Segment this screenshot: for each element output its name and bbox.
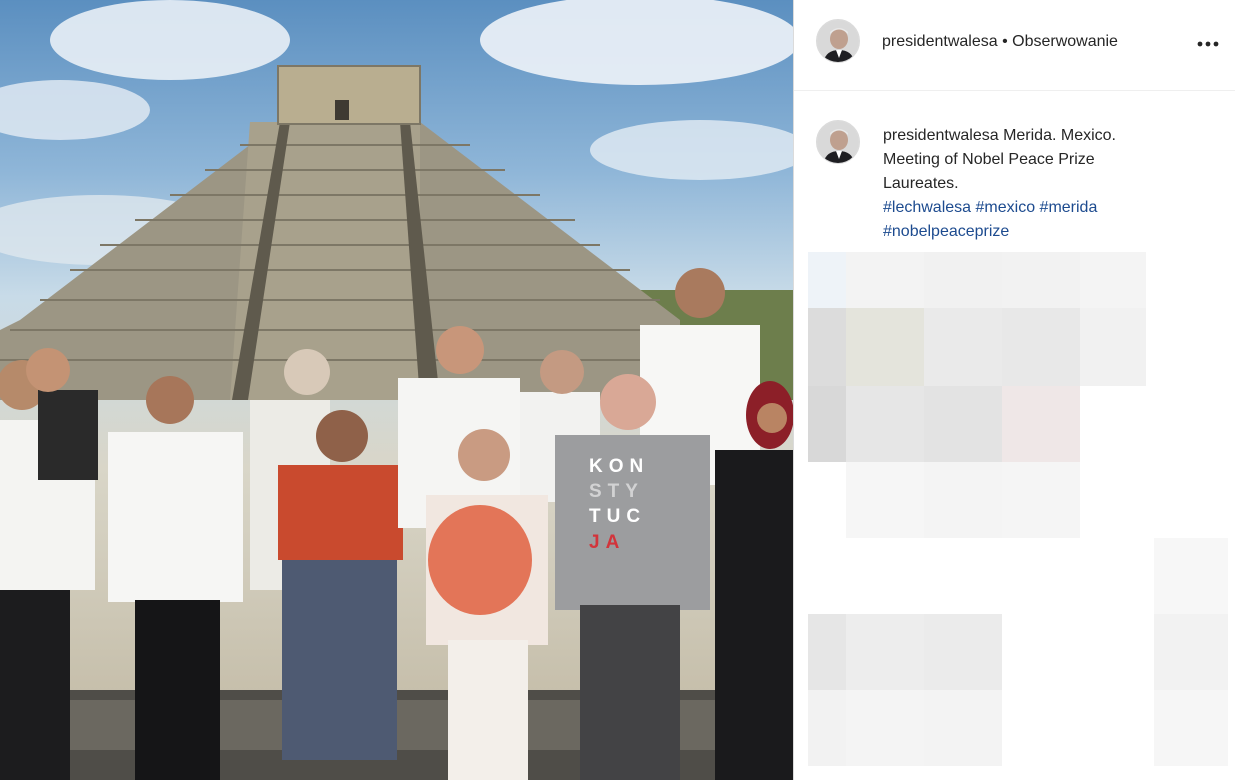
- hashtags-line-2: #nobelpeaceprize: [883, 220, 1213, 244]
- blur-cell: [1002, 462, 1080, 538]
- shirt-text-line-2: STY: [589, 481, 644, 502]
- blur-cell: [846, 308, 924, 386]
- blur-cell: [808, 614, 846, 690]
- caption-avatar[interactable]: [816, 120, 860, 164]
- more-horizontal-icon: [1197, 41, 1219, 47]
- blur-cell: [924, 386, 1002, 462]
- post-photo[interactable]: KON STY TUC JA: [0, 0, 793, 780]
- blur-cell: [1154, 690, 1228, 766]
- blur-cell: [808, 690, 846, 766]
- caption-line-3: Laureates.: [883, 175, 959, 192]
- photo-illustration: KON STY TUC JA: [0, 0, 793, 780]
- shirt-text-line-4: JA: [589, 532, 625, 553]
- hashtag-link[interactable]: #nobelpeaceprize: [883, 223, 1009, 240]
- blur-cell: [808, 308, 846, 386]
- blur-cell: [808, 386, 846, 462]
- shirt-text-line-3: TUC: [589, 506, 646, 527]
- avatar[interactable]: [816, 19, 860, 63]
- post-side-panel: presidentwalesa • Obserwowanie president…: [794, 0, 1235, 780]
- hashtags-line-1: #lechwalesa #mexico #merida: [883, 196, 1213, 220]
- profile-photo-icon: [817, 20, 859, 62]
- blur-cell: [924, 614, 1002, 690]
- blur-cell: [1002, 308, 1080, 386]
- post-author: presidentwalesa • Obserwowanie: [882, 33, 1118, 51]
- shirt-text-line-1: KON: [589, 456, 649, 477]
- caption-line-2: Meeting of Nobel Peace Prize: [883, 151, 1095, 168]
- blur-cell: [846, 614, 924, 690]
- hashtag-link[interactable]: #lechwalesa: [883, 199, 971, 216]
- blur-cell: [1080, 308, 1146, 386]
- blurred-comments-area: [808, 252, 1228, 780]
- username-link[interactable]: presidentwalesa: [882, 33, 998, 50]
- blur-cell: [1002, 386, 1080, 462]
- post-header: presidentwalesa • Obserwowanie: [794, 0, 1235, 91]
- more-options-button[interactable]: [1197, 30, 1219, 53]
- blur-cell: [1154, 614, 1228, 690]
- hashtag-link[interactable]: #mexico: [976, 199, 1036, 216]
- hashtag-link[interactable]: #merida: [1040, 199, 1098, 216]
- blur-cell: [924, 308, 1002, 386]
- post-caption: presidentwalesa Merida. Mexico. Meeting …: [883, 124, 1213, 244]
- blur-cell: [1154, 538, 1228, 614]
- profile-photo-icon: [817, 121, 859, 163]
- caption-line-1: presidentwalesa Merida. Mexico.: [883, 124, 1213, 148]
- caption-text: Merida. Mexico.: [998, 127, 1116, 144]
- follow-status-button[interactable]: Obserwowanie: [1012, 33, 1118, 50]
- blur-cell: [846, 386, 924, 462]
- blur-cell: [924, 690, 1002, 766]
- blur-cell: [846, 462, 924, 538]
- caption-username[interactable]: presidentwalesa: [883, 127, 999, 144]
- blur-cell: [924, 462, 1002, 538]
- blur-cell: [846, 690, 924, 766]
- username-separator: •: [997, 33, 1013, 50]
